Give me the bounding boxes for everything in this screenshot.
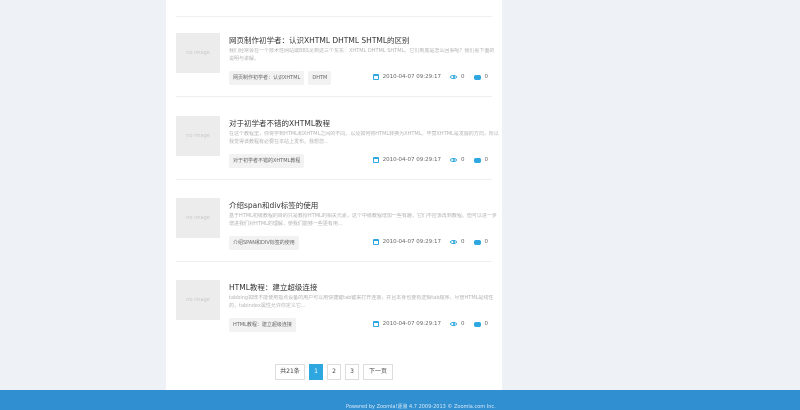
view-count: 0: [461, 321, 465, 327]
eye-icon: [450, 322, 457, 326]
comment-count: 0: [484, 74, 489, 80]
article-meta: 2010-04-07 09:29:17 0 0: [372, 321, 489, 327]
article-summary: tabbing如既不能使用指点设备的用户可以用快捷键tab键来打开连接，并且本身…: [229, 295, 494, 309]
article-thumbnail[interactable]: no image: [176, 280, 220, 320]
article-summary: 在这个教程里，你将学到HTML和XHTML之间的不同。以及如何将HTML转换为X…: [229, 131, 499, 145]
article-date: 2010-04-07 09:29:17: [382, 157, 441, 163]
article-tags: HTML教程：建立超级连接: [229, 318, 296, 332]
article-thumbnail[interactable]: no image: [176, 116, 220, 156]
eye-icon: [450, 158, 457, 162]
article-summary: 我们经常会在一个技术性网站或BBS见到这三个东东：XHTML DHTML SHT…: [229, 48, 495, 62]
article-meta: 2010-04-07 09:29:17 0 0: [372, 157, 489, 163]
page-2-button[interactable]: 2: [327, 364, 341, 380]
article-tags: 网页制作初学者：认识XHTML DHTM: [229, 71, 332, 85]
article-title-link[interactable]: 介绍span和div标签的使用: [229, 200, 499, 211]
tag-link[interactable]: 对于初学者不错的XHTML教程: [229, 154, 305, 168]
article-thumbnail[interactable]: no image: [176, 198, 220, 238]
article-title-link[interactable]: 对于初学者不错的XHTML教程: [229, 118, 499, 129]
calendar-icon: [372, 321, 379, 327]
page-3-button[interactable]: 3: [345, 364, 359, 380]
article-tags: 介绍SPAN和DIV标签的使用: [229, 236, 299, 250]
article-tags: 对于初学者不错的XHTML教程: [229, 154, 305, 168]
site-footer: Powered by Zoomla!逐浪 4.7 2009-2013 © Zoo…: [0, 390, 800, 410]
article-title-link[interactable]: HTML教程：建立超级连接: [229, 282, 499, 293]
next-page-button[interactable]: 下一页: [363, 364, 393, 380]
article-date: 2010-04-07 09:29:17: [382, 74, 441, 80]
list-item: no image 网页制作初学者：认识XHTML DHTML SHTML的区别 …: [176, 17, 494, 97]
eye-icon: [450, 75, 457, 79]
article-thumbnail[interactable]: no image: [176, 33, 220, 73]
footer-copyright: Powered by Zoomla!逐浪 4.7 2009-2013 © Zoo…: [346, 404, 496, 410]
view-count: 0: [461, 74, 465, 80]
list-item: no image 介绍span和div标签的使用 基于HTML初级教程的目的只是…: [176, 182, 497, 262]
comment-icon: [473, 157, 481, 163]
article-list-panel: no image 网页制作初学者：认识XHTML DHTML SHTML的区别 …: [166, 0, 502, 390]
page-1-button[interactable]: 1: [309, 364, 323, 380]
tag-link[interactable]: HTML教程：建立超级连接: [229, 318, 296, 332]
article-title-link[interactable]: 网页制作初学者：认识XHTML DHTML SHTML的区别: [229, 35, 499, 46]
tag-link[interactable]: 网页制作初学者：认识XHTML: [229, 71, 305, 85]
calendar-icon: [372, 157, 379, 163]
comment-icon: [473, 74, 481, 80]
view-count: 0: [461, 157, 465, 163]
comment-icon: [473, 321, 481, 327]
article-meta: 2010-04-07 09:29:17 0 0: [372, 74, 489, 80]
calendar-icon: [372, 239, 379, 245]
pagination: 共21条 1 2 3 下一页: [275, 364, 393, 380]
tag-link[interactable]: 介绍SPAN和DIV标签的使用: [229, 236, 299, 250]
tag-link[interactable]: DHTM: [308, 71, 332, 85]
calendar-icon: [372, 74, 379, 80]
comment-count: 0: [484, 321, 489, 327]
article-meta: 2010-04-07 09:29:17 0 0: [372, 239, 489, 245]
article-date: 2010-04-07 09:29:17: [382, 321, 441, 327]
comment-count: 0: [484, 157, 489, 163]
list-item: no image HTML教程：建立超级连接 tabbing如既不能使用指点设备…: [176, 264, 493, 344]
pagination-total: 共21条: [275, 364, 305, 380]
comment-icon: [473, 239, 481, 245]
article-date: 2010-04-07 09:29:17: [382, 239, 441, 245]
article-summary: 基于HTML初级教程的目的只是教授HTML的相关元素，这个中级教程增加一些有趣，…: [229, 213, 497, 227]
comment-count: 0: [484, 239, 489, 245]
view-count: 0: [461, 239, 465, 245]
list-item: no image 对于初学者不错的XHTML教程 在这个教程里，你将学到HTML…: [176, 100, 499, 180]
eye-icon: [450, 240, 457, 244]
